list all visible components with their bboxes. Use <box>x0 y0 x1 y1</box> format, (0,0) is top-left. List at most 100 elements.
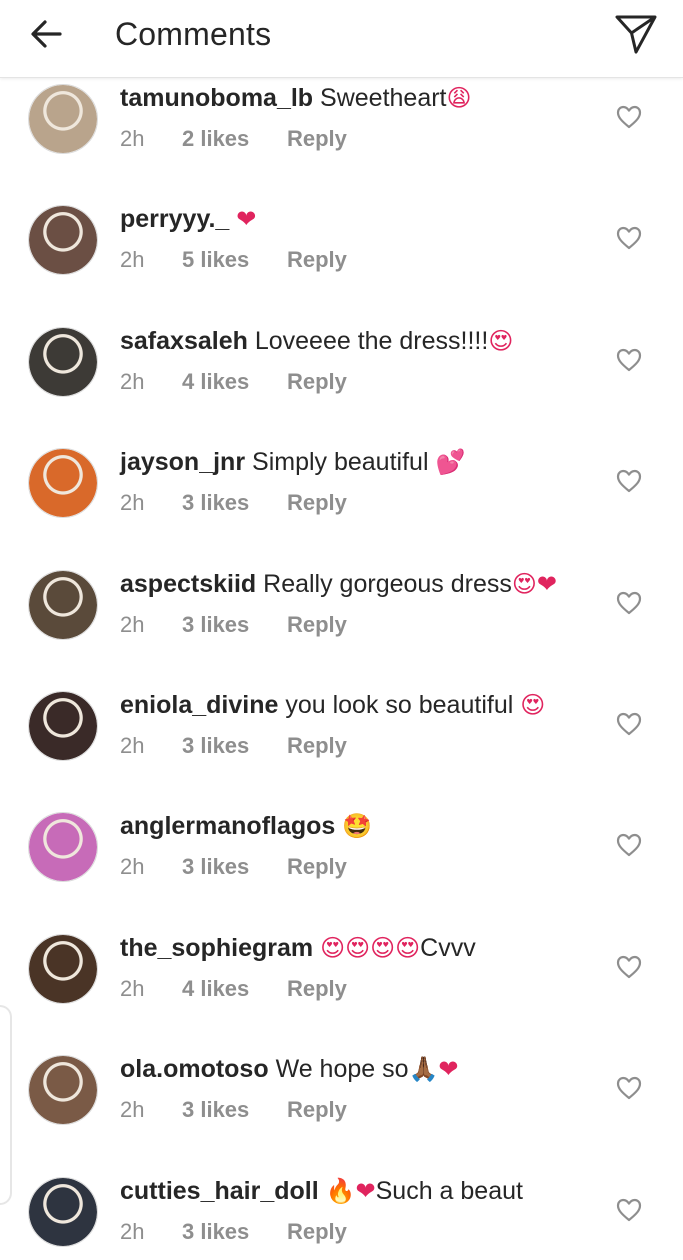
emoji: 😍😍😍😍 <box>320 933 421 962</box>
like-button[interactable] <box>612 707 646 741</box>
comment-body: We hope so <box>275 1055 409 1084</box>
like-button[interactable] <box>612 828 646 862</box>
like-button[interactable] <box>612 1193 646 1227</box>
reply-button[interactable]: Reply <box>287 976 347 1001</box>
comment-body: Loveeee the dress!!!! <box>254 326 489 355</box>
avatar-image <box>29 85 97 153</box>
back-button[interactable] <box>26 14 66 54</box>
comment-row: the_sophiegram 😍😍😍😍Cvvv 2h 4 likes Reply <box>0 930 683 1051</box>
comment-likes[interactable]: 4 likes <box>182 974 287 1004</box>
reply-button[interactable]: Reply <box>287 247 347 272</box>
comment-likes[interactable]: 3 likes <box>182 610 287 640</box>
comment-likes[interactable]: 4 likes <box>182 367 287 397</box>
like-button[interactable] <box>612 1071 646 1105</box>
emoji: 😍❤ <box>511 569 558 598</box>
comment-username: jayson_jnr <box>120 448 246 477</box>
comment-likes[interactable]: 3 likes <box>182 1095 287 1125</box>
avatar[interactable] <box>28 691 98 761</box>
comment-row: ola.omotoso We hope so🙏🏾❤ 2h 3 likes Reply <box>0 1051 683 1172</box>
comment-likes[interactable]: 2 likes <box>182 124 287 154</box>
comment-likes[interactable]: 3 likes <box>182 731 287 761</box>
page-title: Comments <box>115 16 272 52</box>
comment-row: aspectskiid Really gorgeous dress😍❤ 2h 3 l… <box>0 566 683 687</box>
reply-button[interactable]: Reply <box>287 1219 347 1244</box>
comment-username: ola.omotoso <box>120 1055 269 1084</box>
heart-outline-icon <box>616 227 642 250</box>
comment-meta: 2h 2 likes Reply <box>120 124 347 154</box>
avatar-image <box>29 1177 97 1246</box>
comment-text: perryyy._ ❤ <box>120 202 256 236</box>
comment-body: Simply beautiful <box>252 448 436 477</box>
comment-body: Sweetheart <box>320 84 447 112</box>
heart-outline-icon <box>616 1198 642 1221</box>
heart-outline-icon <box>616 834 642 857</box>
avatar[interactable] <box>28 1176 98 1247</box>
comment-username: anglermanoflagos <box>120 812 336 841</box>
avatar[interactable] <box>28 84 98 154</box>
avatar-image <box>29 934 97 1003</box>
heart-outline-icon <box>616 470 642 493</box>
like-button[interactable] <box>612 464 646 498</box>
emoji: 🤩 <box>342 812 373 841</box>
avatar[interactable] <box>28 933 98 1004</box>
comment-time: 2h <box>120 733 145 758</box>
like-button[interactable] <box>612 586 646 620</box>
comment-text: eniola_divine you look so beautiful 😍 <box>120 688 545 722</box>
avatar[interactable] <box>28 569 98 640</box>
comment-meta: 2h 3 likes Reply <box>120 610 347 640</box>
comment-meta: 2h 4 likes Reply <box>120 974 347 1004</box>
arrow-left-icon <box>31 20 62 48</box>
comment-likes[interactable]: 3 likes <box>182 852 287 882</box>
comment-body: you look so beautiful <box>285 691 521 719</box>
heart-outline-icon <box>616 591 642 614</box>
comment-time: 2h <box>120 854 145 880</box>
avatar[interactable] <box>28 326 98 397</box>
reply-button[interactable]: Reply <box>287 854 347 879</box>
comment-meta: 2h 3 likes Reply <box>120 1217 347 1247</box>
avatar-image <box>29 692 97 760</box>
comment-username: safaxsaleh <box>120 326 248 355</box>
comment-username: aspectskiid <box>120 569 257 598</box>
avatar-image <box>29 327 97 396</box>
comment-text: tamunoboma_lb Sweetheart😩 <box>120 81 472 115</box>
comment-likes[interactable]: 5 likes <box>182 245 287 275</box>
comments-list[interactable]: tamunoboma_lb Sweetheart😩 2h 2 likes Reply p… <box>0 78 683 1260</box>
comment-username: the_sophiegram <box>120 933 314 962</box>
comment-text: cutties_hair_doll 🔥❤Such a beaut <box>120 1174 523 1208</box>
reply-button[interactable]: Reply <box>287 369 347 394</box>
avatar[interactable] <box>28 1055 98 1126</box>
like-button[interactable] <box>612 950 646 984</box>
comment-text: safaxsaleh Loveeee the dress!!!!😍 <box>120 324 513 358</box>
comment-row: eniola_divine you look so beautiful 😍 2h 3… <box>0 687 683 808</box>
reply-button[interactable]: Reply <box>287 612 347 637</box>
reply-button[interactable]: Reply <box>287 490 347 515</box>
heart-outline-icon <box>616 955 642 978</box>
scroll-edge-indicator <box>0 1005 12 1205</box>
avatar[interactable] <box>28 812 98 883</box>
comment-row: perryyy._ ❤ 2h 5 likes Reply <box>0 201 683 322</box>
share-button[interactable] <box>612 12 660 56</box>
comment-username: perryyy._ <box>120 205 230 234</box>
comment-username: eniola_divine <box>120 691 279 719</box>
reply-button[interactable]: Reply <box>287 733 347 758</box>
avatar-image <box>29 1056 97 1125</box>
like-button[interactable] <box>612 343 646 377</box>
comment-likes[interactable]: 3 likes <box>182 1217 287 1247</box>
comment-time: 2h <box>120 368 145 394</box>
reply-button[interactable]: Reply <box>287 126 347 151</box>
reply-button[interactable]: Reply <box>287 1097 347 1122</box>
paper-plane-icon <box>615 15 657 54</box>
comment-username: cutties_hair_doll <box>120 1176 319 1205</box>
comment-meta: 2h 3 likes Reply <box>120 852 347 882</box>
avatar-image <box>29 449 97 518</box>
comment-meta: 2h 3 likes Reply <box>120 1095 347 1125</box>
like-button[interactable] <box>612 221 646 255</box>
avatar[interactable] <box>28 448 98 519</box>
comment-time: 2h <box>120 1218 145 1244</box>
comment-row: safaxsaleh Loveeee the dress!!!!😍 2h 4 lik… <box>0 323 683 444</box>
avatar[interactable] <box>28 205 98 276</box>
comment-body: Really gorgeous dress <box>263 569 512 598</box>
like-button[interactable] <box>612 100 646 134</box>
comment-likes[interactable]: 3 likes <box>182 488 287 518</box>
comment-meta: 2h 3 likes Reply <box>120 731 347 761</box>
